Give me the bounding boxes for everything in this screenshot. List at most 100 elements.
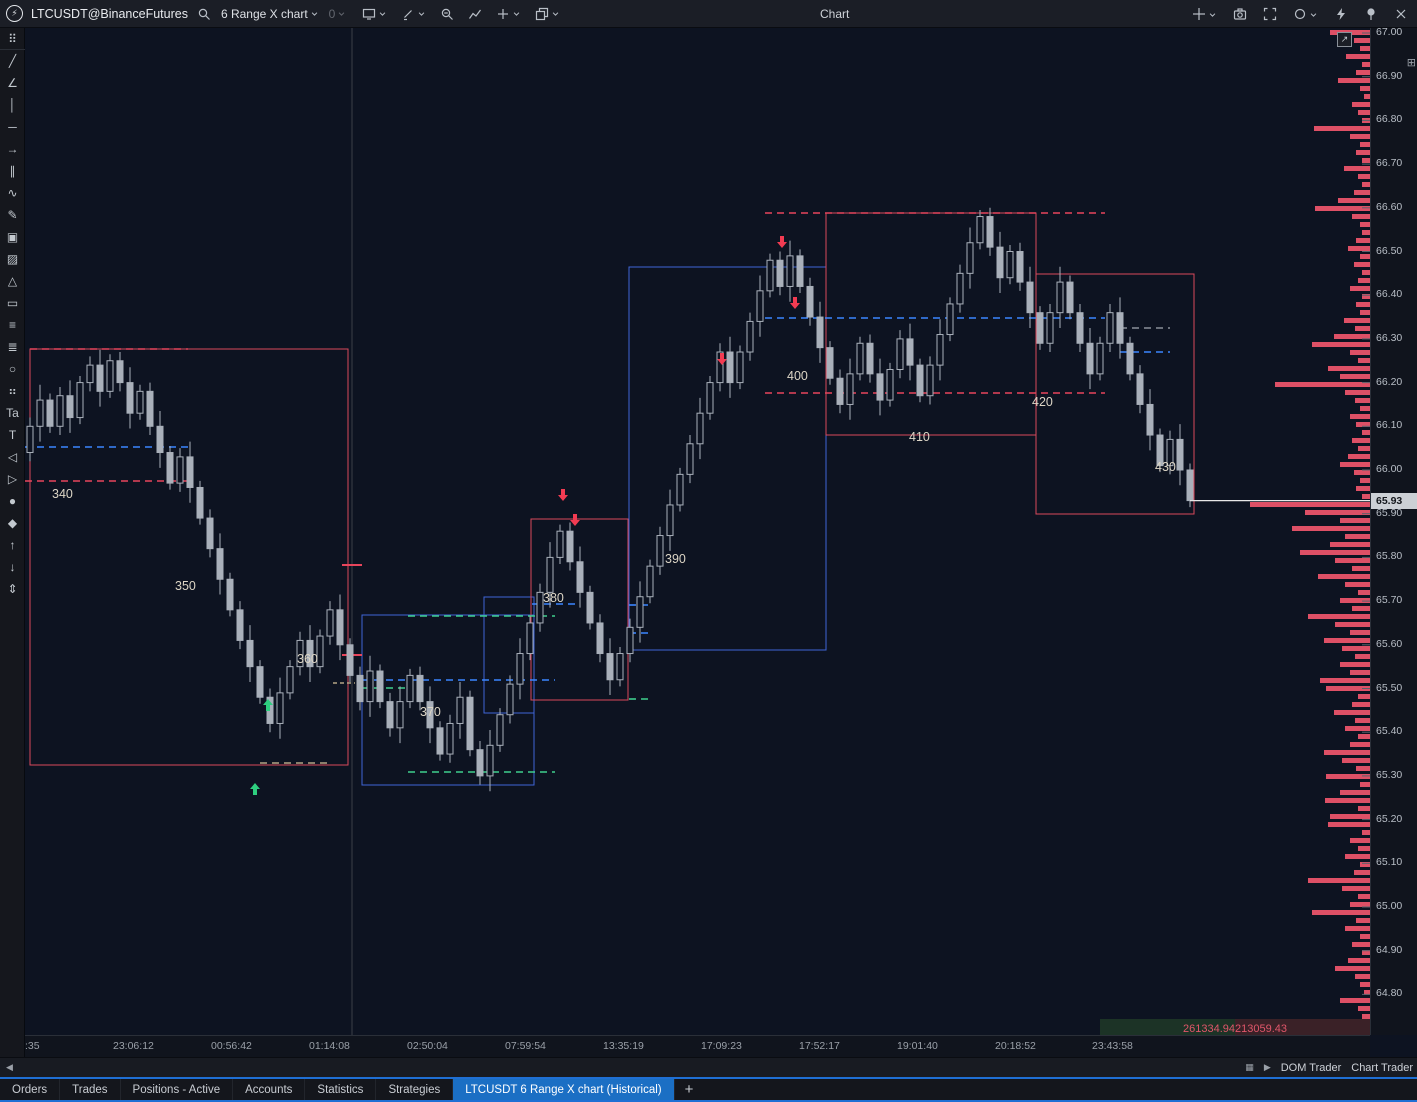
trend-line-icon[interactable]: ╱ [0,50,25,72]
rectangle-shape-icon[interactable]: ▭ [0,292,25,314]
volume-profile-bar [1345,582,1370,587]
volume-profile-bar [1330,542,1370,547]
chart-popup-button[interactable]: ↗ [1337,32,1352,47]
volume-profile-bar [1356,918,1370,923]
time-axis[interactable]: :3523:06:1200:56:4201:14:0802:50:0407:59… [25,1035,1370,1057]
footer-tab-statistics[interactable]: Statistics [305,1079,376,1100]
fib-extension-icon[interactable]: ≣ [0,336,25,358]
chart-type-label: 6 Range X chart [221,7,308,21]
time-axis-label: 07:59:54 [505,1040,546,1052]
candle-body [707,383,713,414]
chart-type-selector[interactable]: 6 Range X chart [218,5,322,23]
volume-profile-bar [1300,550,1370,555]
bar-count-label: 380 [543,591,564,605]
volume-profile-bar [1360,982,1370,987]
instrument-selector[interactable]: LTCUSDT@BinanceFutures [31,7,188,21]
candle-body [917,365,923,396]
angle-line-icon[interactable]: ∠ [0,72,25,94]
arrow-up-marker-icon[interactable]: ↑ [0,534,25,556]
text-large-icon[interactable]: T [0,424,25,446]
volume-profile-bar [1355,654,1370,659]
footer-tab-strategies[interactable]: Strategies [376,1079,453,1100]
candle-body [767,260,773,291]
dom-trader-link[interactable]: DOM Trader [1281,1062,1342,1074]
panel-grid-icon[interactable]: ▦ [1245,1062,1254,1073]
volume-profile-bar [1338,78,1370,83]
axis-settings-icon[interactable]: ⊞ [1407,56,1416,69]
fib-levels-icon[interactable]: ≡ [0,314,25,336]
bar-count-label: 360 [297,652,318,666]
triangle-shape-icon[interactable]: △ [0,270,25,292]
circle-tool-icon[interactable] [1290,5,1321,23]
hatch-fill-icon[interactable]: ▨ [0,248,25,270]
scroll-left-icon[interactable]: ◀ [0,1062,13,1073]
price-label-left-icon[interactable]: ◁ [0,446,25,468]
volume-profile-bar [1345,534,1370,539]
layers-icon[interactable] [532,5,563,23]
footer-tab-active-chart[interactable]: LTCUSDT 6 Range X chart (Historical) [453,1079,674,1100]
arrow-line-icon[interactable]: → [0,138,25,160]
price-label-right-icon[interactable]: ▷ [0,468,25,490]
footer-tab-accounts[interactable]: Accounts [233,1079,305,1100]
price-axis-label: 66.10 [1376,419,1402,431]
measure-dots-icon[interactable]: ⠿ [0,28,25,50]
volume-totals: 261334.94213059.43 [1183,1023,1287,1035]
chart-trader-link[interactable]: Chart Trader [1351,1062,1413,1074]
panel-expand-icon[interactable]: ▶ [1264,1062,1271,1073]
price-axis-label: 65.10 [1376,856,1402,868]
footer-tab-orders[interactable]: Orders [0,1079,60,1100]
search-icon[interactable] [194,5,214,23]
vertical-line-icon[interactable]: │ [0,94,25,116]
price-axis-label: 65.60 [1376,638,1402,650]
pin-icon[interactable] [1361,5,1381,23]
price-axis-label: 66.70 [1376,157,1402,169]
clone-stamp-icon[interactable]: ▣ [0,226,25,248]
dot-grid-icon[interactable]: ⠶ [0,380,25,402]
volume-profile-bar [1312,342,1370,347]
parallel-channel-icon[interactable]: ∥ [0,160,25,182]
volume-profile-bar [1360,934,1370,939]
bar-count-label: 420 [1032,395,1053,409]
zoom-icon[interactable] [437,5,457,23]
cursor-cross-icon[interactable] [1189,5,1220,23]
close-icon[interactable] [1391,5,1411,23]
app-logo-icon[interactable]: ⚡ [6,5,23,22]
arrow-down-marker-icon[interactable]: ↓ [0,556,25,578]
chart-line-icon[interactable] [465,5,485,23]
expand-icon[interactable] [1260,5,1280,23]
candle-body [877,374,883,400]
add-tab-button[interactable]: + [675,1079,704,1100]
level-alert-icon[interactable]: ⇕ [0,578,25,600]
ellipse-shape-icon[interactable]: ○ [0,358,25,380]
diamond-marker-icon[interactable]: ◆ [0,512,25,534]
drawing-pencil-icon[interactable] [398,5,429,23]
candle-body [87,365,93,382]
indicator-count-dropdown[interactable]: 0 [326,5,350,23]
freehand-curve-icon[interactable]: ∿ [0,182,25,204]
bar-count-label: 390 [665,552,686,566]
volume-profile-bar [1350,630,1370,635]
candle-body [417,675,423,701]
volume-profile-bar [1358,806,1370,811]
volume-profile-bar [1362,430,1370,435]
volume-profile-bar [1318,574,1370,579]
volume-profile-bar [1355,398,1370,403]
add-indicator-icon[interactable] [493,5,524,23]
horizontal-line-icon[interactable]: ─ [0,116,25,138]
price-axis[interactable]: ⊞ 65.93 67.0066.9066.8066.7066.6066.5066… [1370,28,1417,1035]
footer-tab-positions-active[interactable]: Positions - Active [121,1079,234,1100]
filled-circle-icon[interactable]: ● [0,490,25,512]
lightning-icon[interactable] [1331,5,1351,23]
camera-icon[interactable] [1230,5,1250,23]
volume-profile-bar [1362,158,1370,163]
footer-tab-trades[interactable]: Trades [60,1079,120,1100]
volume-profile-bar [1350,286,1370,291]
top-toolbar: ⚡ LTCUSDT@BinanceFutures 6 Range X chart… [0,0,1417,28]
marker-pen-icon[interactable]: ✎ [0,204,25,226]
candlestick-chart[interactable]: 261334.94213059.433403503603703803904004… [25,28,1370,1035]
text-small-icon[interactable]: Ta [0,402,25,424]
bar-count-label: 350 [175,579,196,593]
screen-layout-icon[interactable] [359,5,390,23]
candle-body [907,339,913,365]
volume-profile-bar [1308,614,1370,619]
